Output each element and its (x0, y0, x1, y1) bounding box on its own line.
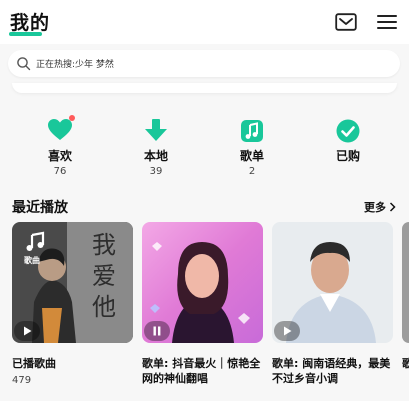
play-button[interactable] (274, 321, 300, 341)
shortcut-label: 本地 (143, 149, 168, 163)
recent-card-playlist-douyin[interactable] (142, 222, 263, 343)
page-title: 我的 (10, 12, 51, 34)
recent-section-title: 最近播放 (12, 200, 68, 216)
heart-icon (47, 115, 75, 144)
download-icon (143, 118, 169, 144)
hamburger-menu-icon[interactable] (376, 11, 398, 33)
play-icon (283, 326, 291, 336)
shortcut-local[interactable]: 本地 39 (126, 118, 186, 177)
music-note-icon (239, 118, 265, 144)
card-title: 歌 (402, 357, 409, 370)
card-subtitle: 479 (12, 375, 32, 386)
title-underline (9, 32, 42, 36)
search-bar[interactable]: 正在热搜:少年 梦然 (8, 50, 400, 77)
play-button[interactable] (14, 321, 40, 341)
collapsed-panel (12, 83, 397, 93)
notification-dot (69, 115, 75, 121)
cover-image (402, 222, 409, 343)
shortcut-label: 已购 (335, 149, 360, 163)
pause-icon (153, 326, 161, 336)
chevron-right-icon (389, 202, 396, 212)
recent-card-played-songs[interactable]: 歌曲 我 爱 他 (12, 222, 133, 343)
shortcut-playlists[interactable]: 歌单 2 (222, 118, 282, 177)
shortcut-label: 歌单 (239, 149, 264, 163)
more-link[interactable]: 更多 (364, 199, 396, 215)
shortcut-purchased[interactable]: 已购 (318, 118, 378, 166)
shortcut-count: 2 (248, 166, 256, 177)
more-label: 更多 (364, 201, 386, 214)
card-title: 歌单: 闽南语经典，最美不过乡音小调 (272, 357, 391, 385)
play-icon (23, 326, 31, 336)
music-note-icon (26, 231, 45, 251)
card-title: 歌单: 抖音最火｜惊艳全网的神仙翻唱 (142, 357, 261, 385)
card-title: 已播歌曲 (12, 357, 56, 370)
card-badge: 歌曲 (24, 256, 40, 265)
cover-text: 我 爱 他 (92, 231, 116, 321)
pause-button[interactable] (144, 321, 170, 341)
shortcut-count: 39 (149, 166, 163, 177)
recent-card-partial[interactable] (402, 222, 409, 343)
shortcut-liked[interactable]: 喜欢 76 (30, 115, 90, 177)
search-icon (17, 57, 31, 71)
inbox-icon[interactable] (335, 11, 357, 33)
shortcut-count: 76 (53, 166, 67, 177)
recent-card-playlist-minnan[interactable] (272, 222, 393, 343)
check-circle-icon (335, 118, 361, 144)
search-placeholder: 正在热搜:少年 梦然 (36, 60, 114, 70)
header-bar: 我的 (0, 0, 409, 44)
shortcut-label: 喜欢 (47, 149, 72, 163)
